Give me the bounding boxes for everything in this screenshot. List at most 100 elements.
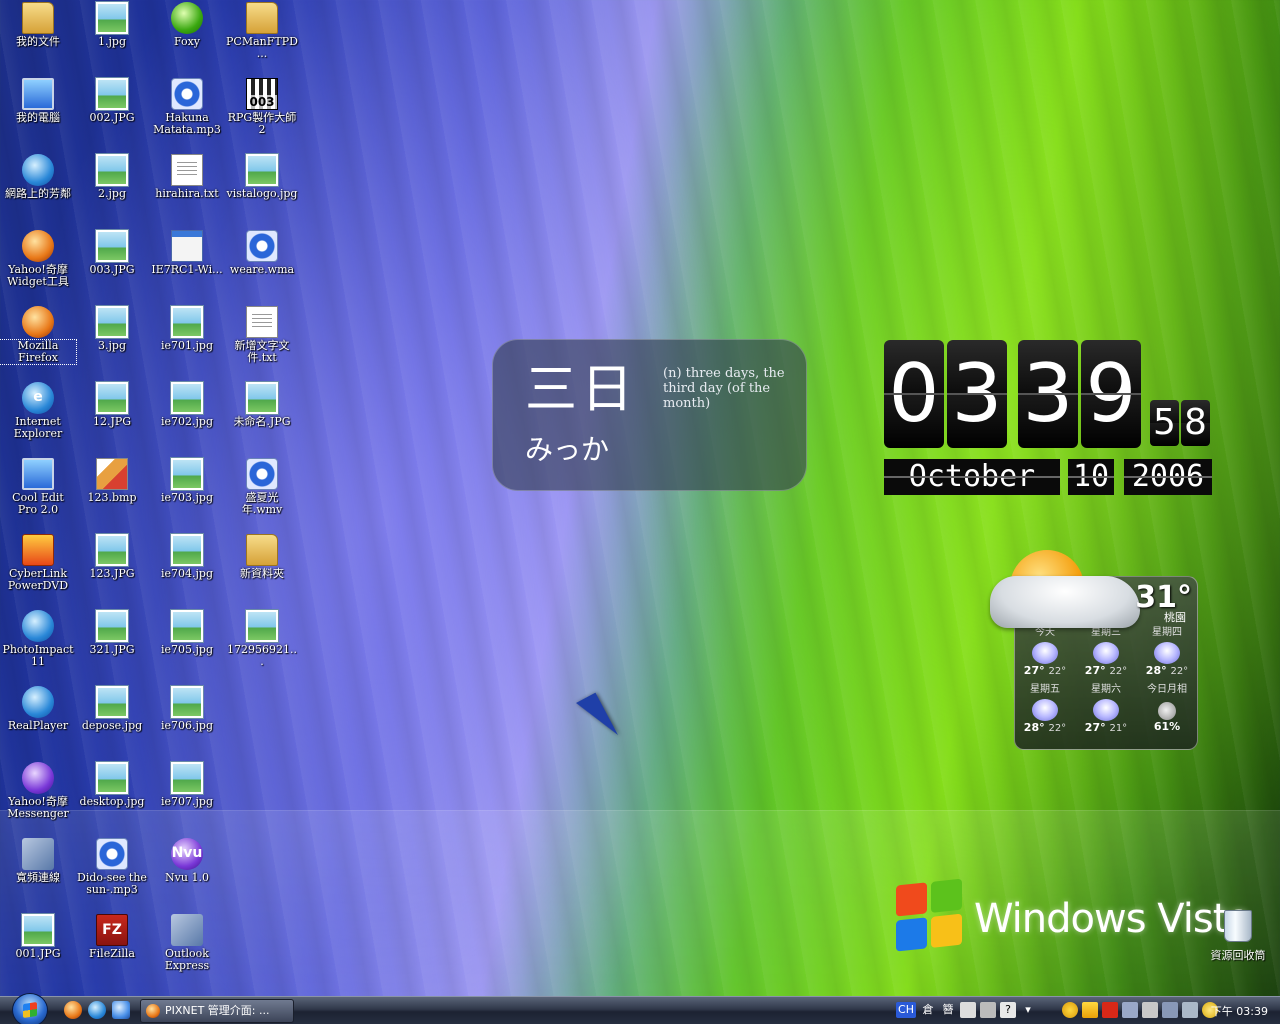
desktop-icon[interactable]: PCManFTPD... [224, 2, 300, 60]
desktop-icon[interactable]: 003.JPG [74, 230, 150, 276]
desktop-icon[interactable]: Nvu Nvu 1.0 [149, 838, 225, 884]
image-icon [96, 762, 128, 794]
folder-icon [246, 534, 278, 566]
desktop-icon[interactable]: PhotoImpact 11 [0, 610, 76, 668]
desktop-icon[interactable]: 321.JPG [74, 610, 150, 656]
desktop-icon[interactable]: 002.JPG [74, 78, 150, 124]
messenger-smiley-icon[interactable] [1062, 1002, 1078, 1018]
security-shield-icon[interactable] [1082, 1002, 1098, 1018]
desktop-icon[interactable]: 我的電腦 [0, 78, 76, 124]
desktop-icon[interactable]: 未命名.JPG [224, 382, 300, 428]
input-method-cangjie[interactable]: 倉 [920, 1002, 936, 1018]
desktop-icon[interactable]: hirahira.txt [149, 154, 225, 200]
taskbar-clock[interactable]: 下午 03:39 [1211, 1003, 1268, 1019]
taskbar-window-pixnet[interactable]: PIXNET 管理介面: ... [140, 999, 294, 1023]
desktop-icon[interactable]: 我的文件 [0, 2, 76, 48]
round-blue-icon [22, 154, 54, 186]
desktop-icon[interactable]: RealPlayer [0, 686, 76, 732]
desktop-icon[interactable]: ie705.jpg [149, 610, 225, 656]
desktop-icon[interactable]: ie701.jpg [149, 306, 225, 352]
desktop-icon[interactable]: vistalogo.jpg [224, 154, 300, 200]
weather-widget[interactable]: 今天 27° 22° 星期三 27° 22° 星期四 28° 22° 星期五 2… [988, 548, 1200, 752]
desktop-icon[interactable]: 123.bmp [74, 458, 150, 504]
desktop-icon[interactable]: 寬頻連線 [0, 838, 76, 884]
desktop-icon-label: Nvu 1.0 [165, 871, 209, 884]
desktop-icon[interactable]: 2.jpg [74, 154, 150, 200]
screen-icon [22, 78, 54, 110]
clock-day: 10 [1068, 459, 1114, 495]
flip-clock-widget[interactable]: 0 3 3 9 5 8 October 10 2006 [884, 340, 1214, 500]
desktop-icon[interactable]: Hakuna Matata.mp3 [149, 78, 225, 136]
image-icon [171, 458, 203, 490]
desktop-icon[interactable]: 12.JPG [74, 382, 150, 428]
desktop-icon[interactable]: 網路上的芳鄰 [0, 154, 76, 200]
desktop-icon[interactable]: 盛夏光年.wmv [224, 458, 300, 516]
task-button-label: PIXNET 管理介面: ... [165, 1004, 270, 1017]
desktop-icon[interactable]: e Internet Explorer [0, 382, 76, 440]
language-indicator[interactable]: CH [896, 1002, 916, 1018]
desktop-icon[interactable]: Foxy [149, 2, 225, 48]
forecast-day-label: 星期五 [1030, 684, 1060, 695]
desktop-icon[interactable]: Dido-see the sun-.mp3 [74, 838, 150, 896]
help-icon[interactable]: ? [1000, 1002, 1016, 1018]
antivirus-icon[interactable] [1102, 1002, 1118, 1018]
desktop-icon[interactable]: Cool Edit Pro 2.0 [0, 458, 76, 516]
forecast-high: 28° [1145, 664, 1167, 677]
desktop-icon[interactable]: 1.jpg [74, 2, 150, 48]
desktop-icon[interactable]: ie706.jpg [149, 686, 225, 732]
screen-icon [22, 458, 54, 490]
media-icon [171, 78, 203, 110]
desktop-icon[interactable]: desktop.jpg [74, 762, 150, 808]
internet-explorer-quicklaunch-icon[interactable] [88, 1001, 106, 1019]
desktop-icon-label: ie701.jpg [160, 339, 213, 352]
desktop-icon[interactable]: IE7RC1-Wi... [149, 230, 225, 276]
keyboard-icon[interactable] [980, 1002, 996, 1018]
show-desktop-icon[interactable] [112, 1001, 130, 1019]
desktop-icon[interactable]: 001.JPG [0, 914, 76, 960]
desktop-icon[interactable]: ie707.jpg [149, 762, 225, 808]
rain-cloud-icon [1093, 642, 1119, 664]
desktop-icon[interactable]: depose.jpg [74, 686, 150, 732]
desktop-icon[interactable]: 123.JPG [74, 534, 150, 580]
rain-cloud-icon [1032, 699, 1058, 721]
desktop-icon[interactable]: weare.wma [224, 230, 300, 276]
volume-icon[interactable] [1182, 1002, 1198, 1018]
desktop-icon[interactable]: Yahoo!奇摩 Messenger [0, 762, 76, 820]
desktop-icon[interactable]: CyberLink PowerDVD [0, 534, 76, 592]
image-icon [96, 154, 128, 186]
clock-hour-digit-2: 3 [947, 340, 1007, 448]
desktop-icon-label: vistalogo.jpg [226, 187, 298, 200]
forecast-high: 27° [1023, 664, 1045, 677]
desktop-icon-label: ie705.jpg [160, 643, 213, 656]
firefox-quicklaunch-icon[interactable] [64, 1001, 82, 1019]
desktop-icon[interactable]: 3.jpg [74, 306, 150, 352]
input-method-mode[interactable]: 簪 [940, 1002, 956, 1018]
desktop-icon[interactable]: 新資料夾 [224, 534, 300, 580]
network-connection-icon[interactable] [1162, 1002, 1178, 1018]
desktop-icon[interactable]: ie702.jpg [149, 382, 225, 428]
desktop-icon[interactable]: Mozilla Firefox [0, 306, 77, 365]
clock-second-digit-1: 5 [1150, 400, 1179, 446]
desktop-icon[interactable]: Outlook Express [149, 914, 225, 972]
fullwidth-toggle-icon[interactable] [960, 1002, 976, 1018]
word-of-the-day-widget[interactable]: 三日 みっか (n) three days, the third day (of… [492, 339, 807, 491]
desktop-icon-label: PCManFTPD... [226, 35, 298, 60]
word-kanji: 三日 [525, 360, 638, 420]
network-icon[interactable] [1122, 1002, 1138, 1018]
desktop-icon[interactable]: 新增文字文件.txt [224, 306, 300, 364]
desktop-icon[interactable]: ie704.jpg [149, 534, 225, 580]
desktop-icon-label: 新增文字文件.txt [234, 339, 290, 364]
recycle-bin[interactable]: 資源回收筒 [1200, 910, 1276, 963]
device-icon[interactable] [1142, 1002, 1158, 1018]
desktop-icon[interactable]: FZ FileZilla [74, 914, 150, 960]
desktop-icon[interactable]: ie703.jpg [149, 458, 225, 504]
round-orange-icon [22, 230, 54, 262]
desktop-icon-label: 321.JPG [89, 643, 135, 656]
start-button[interactable] [12, 993, 48, 1024]
desktop-icon[interactable]: 003 RPG製作大師 2 [224, 78, 300, 136]
word-definition: (n) three days, the third day (of the mo… [663, 366, 785, 411]
icon-badge-text: e [33, 389, 43, 405]
tray-overflow-icon[interactable]: ▾ [1020, 1002, 1036, 1018]
desktop-icon[interactable]: 172956921... [224, 610, 300, 668]
desktop-icon[interactable]: Yahoo!奇摩 Widget工具 [0, 230, 76, 288]
